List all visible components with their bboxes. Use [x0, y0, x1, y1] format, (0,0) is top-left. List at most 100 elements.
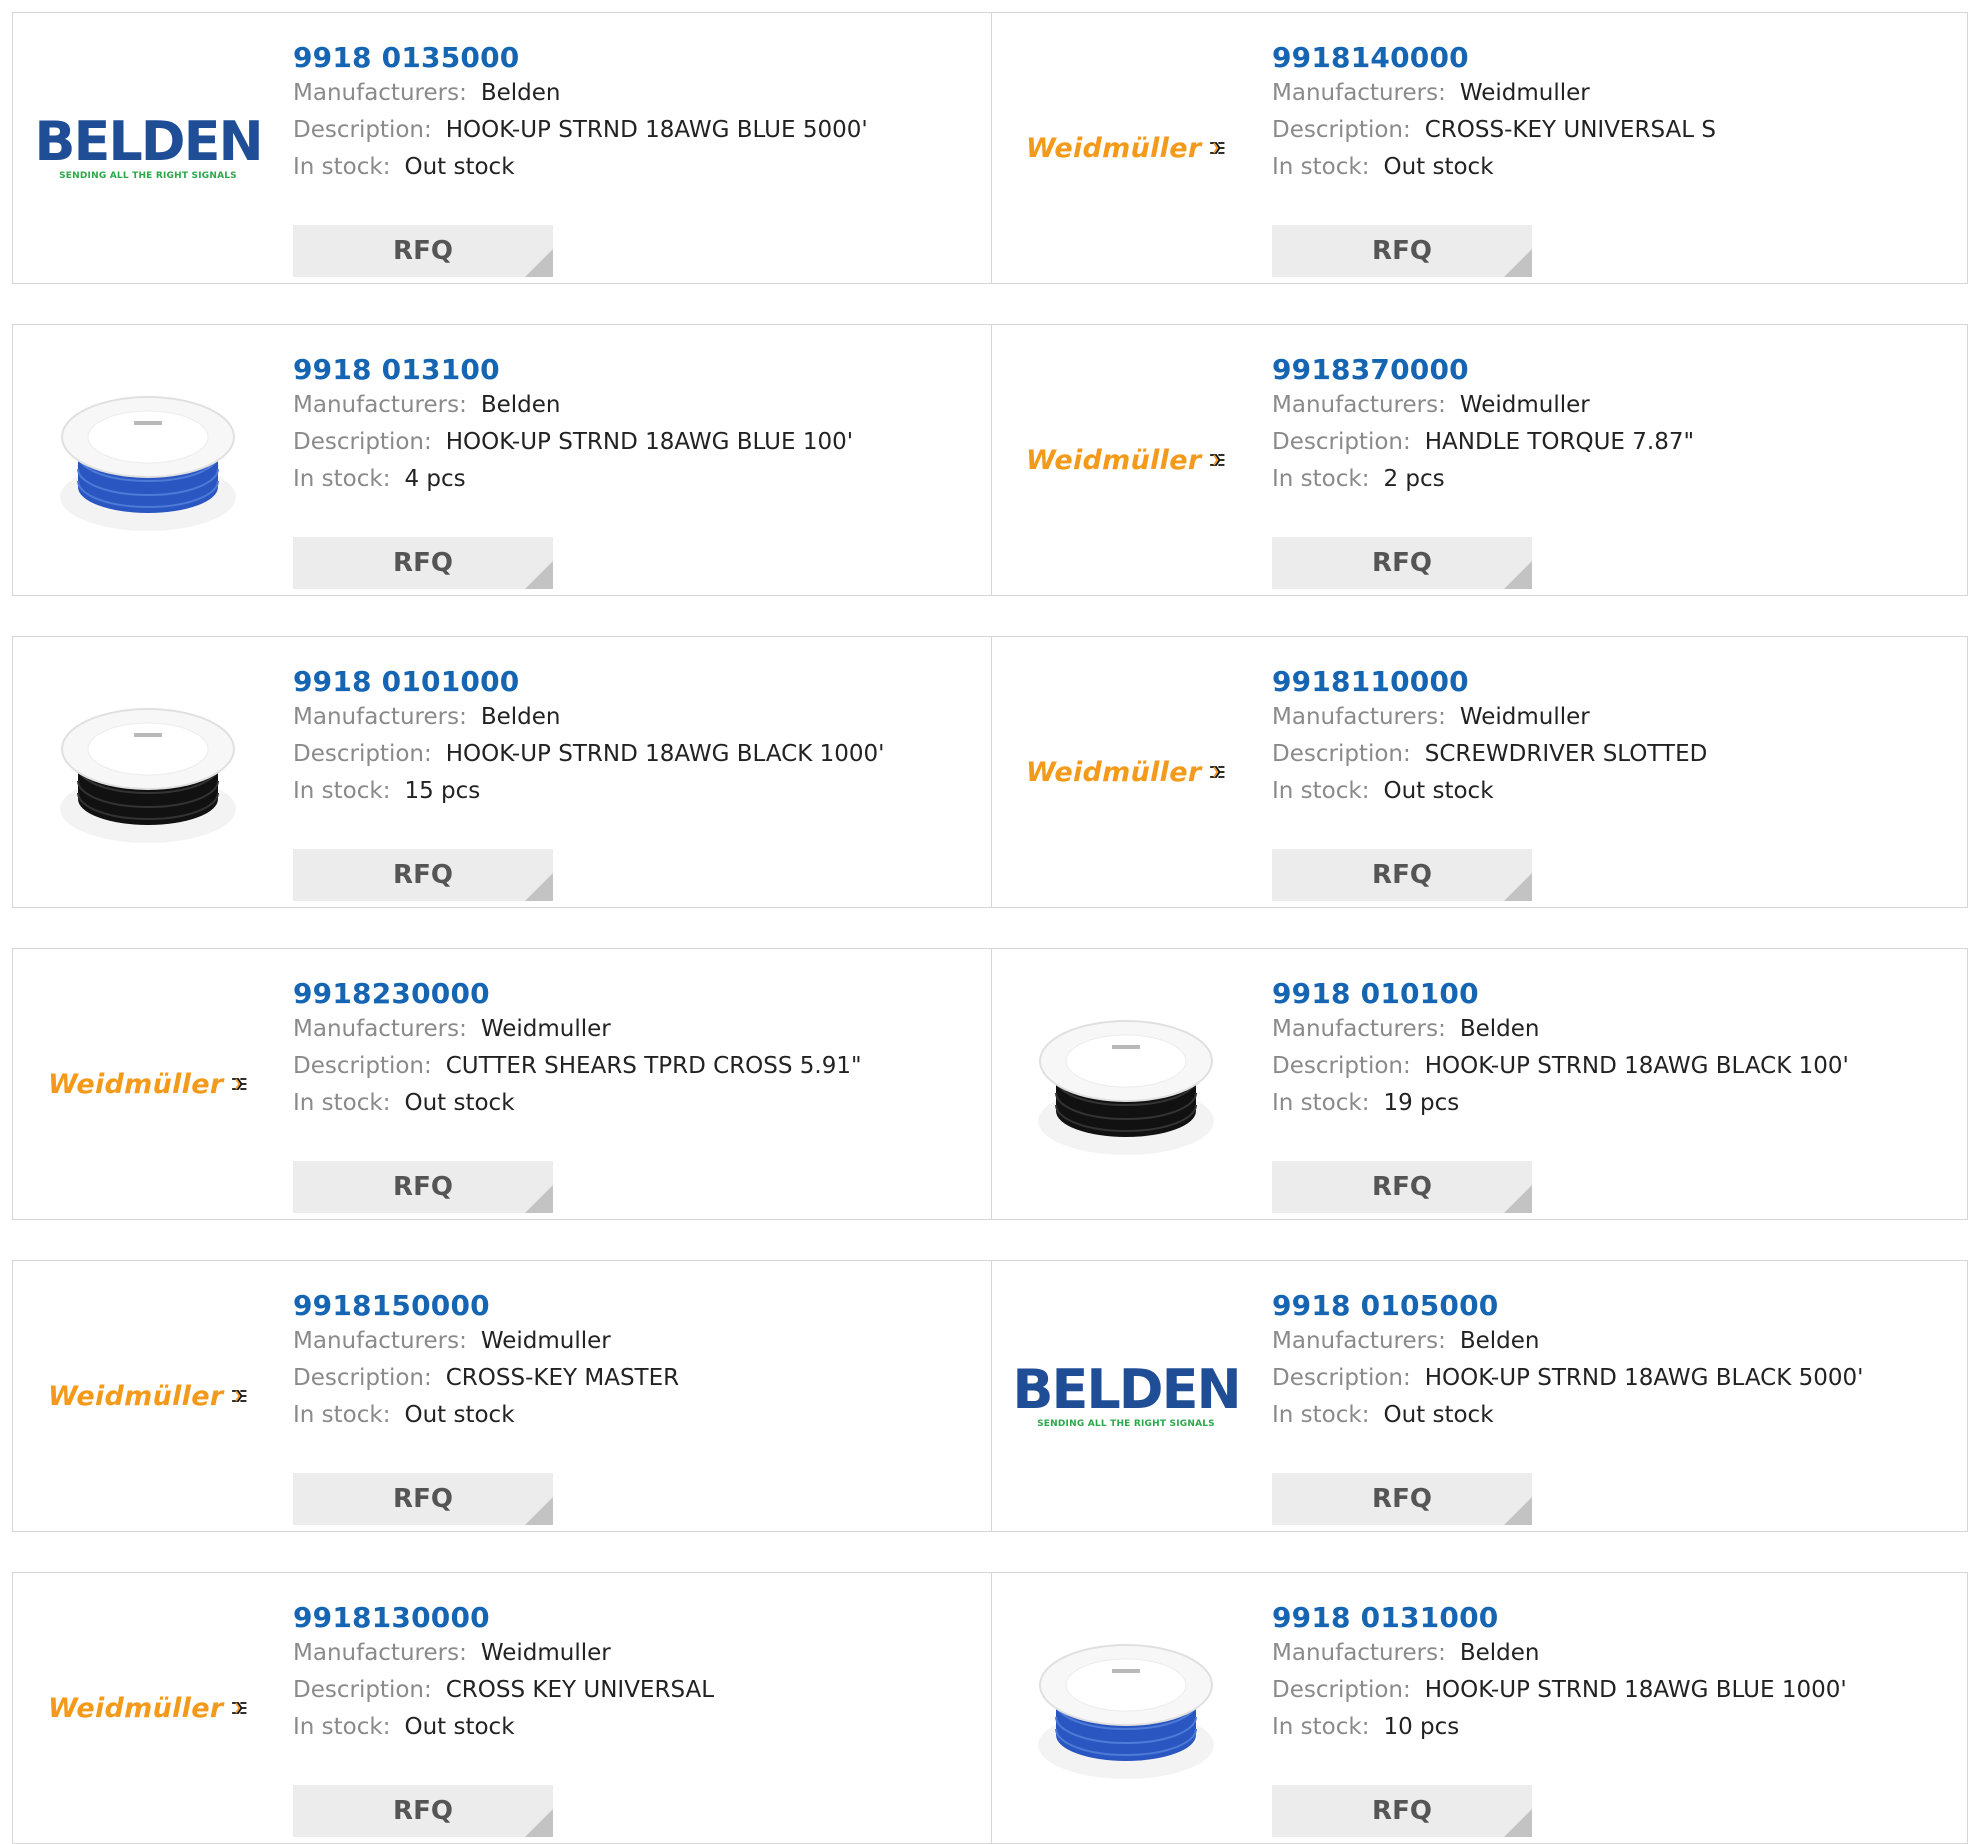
rfq-button[interactable]: RFQ	[293, 1161, 553, 1213]
manufacturer-value: Belden	[1459, 1640, 1540, 1666]
description-value: HANDLE TORQUE 7.87"	[1424, 429, 1695, 455]
product-image[interactable]: BELDEN SENDING ALL THE RIGHT SIGNALS	[34, 53, 263, 243]
weidmuller-logo: Weidmüller	[48, 1069, 248, 1100]
product-info: 9918110000 Manufacturers: Weidmuller Descri…	[1272, 665, 1932, 901]
product-image[interactable]	[48, 365, 248, 555]
description-value: CUTTER SHEARS TPRD CROSS 5.91"	[445, 1053, 862, 1079]
manufacturer-value: Belden	[480, 80, 561, 106]
product-info: 9918 0131000 Manufacturers: Belden Descript…	[1272, 1601, 1932, 1837]
rfq-button[interactable]: RFQ	[1272, 225, 1532, 277]
part-number-link[interactable]: 9918 0135000	[293, 41, 953, 75]
weidmuller-logo: Weidmüller	[1026, 133, 1226, 164]
description-label: Description:	[293, 1677, 432, 1703]
product-image[interactable]: Weidmüller	[1026, 53, 1226, 243]
stock-line: In stock: Out stock	[1272, 773, 1932, 810]
blue-wire-spool-image	[60, 396, 236, 531]
product-card: Weidmüller 9918230000 Manufacturers: Weidmu…	[13, 949, 990, 1219]
description-value: CROSS KEY UNIVERSAL	[445, 1677, 715, 1703]
description-line: Description: HOOK-UP STRND 18AWG BLACK 10…	[1272, 1048, 1932, 1085]
rfq-button[interactable]: RFQ	[1272, 1161, 1532, 1213]
description-line: Description: CROSS-KEY UNIVERSAL S	[1272, 112, 1932, 149]
product-info: 9918150000 Manufacturers: Weidmuller Descri…	[293, 1289, 953, 1525]
manufacturer-value: Weidmuller	[480, 1328, 611, 1354]
description-line: Description: HOOK-UP STRND 18AWG BLUE 500…	[293, 112, 953, 149]
product-image[interactable]: Weidmüller	[1026, 677, 1226, 867]
product-image[interactable]: Weidmüller	[48, 1301, 248, 1491]
black-wire-spool-image	[60, 708, 236, 843]
weidmuller-wordmark: Weidmüller	[48, 1380, 224, 1412]
product-image[interactable]	[1026, 1613, 1226, 1803]
weidmuller-wordmark: Weidmüller	[1026, 132, 1202, 164]
manufacturer-label: Manufacturers:	[1272, 392, 1446, 418]
manufacturer-label: Manufacturers:	[293, 704, 467, 730]
product-info: 9918 0135000 Manufacturers: Belden Descript…	[293, 41, 953, 277]
manufacturer-label: Manufacturers:	[293, 1640, 467, 1666]
rfq-button[interactable]: RFQ	[293, 1473, 553, 1525]
product-image[interactable]: Weidmüller	[48, 1613, 248, 1803]
product-card: Weidmüller 9918370000 Manufacturers: Weidmu…	[991, 325, 1968, 595]
manufacturer-line: Manufacturers: Weidmuller	[1272, 699, 1932, 736]
stock-line: In stock: 19 pcs	[1272, 1085, 1932, 1122]
product-card: 9918 0131000 Manufacturers: Belden Descript…	[991, 1573, 1968, 1843]
rfq-button[interactable]: RFQ	[293, 225, 553, 277]
product-card: BELDEN SENDING ALL THE RIGHT SIGNALS 9918 …	[13, 13, 990, 283]
product-image[interactable]: BELDEN SENDING ALL THE RIGHT SIGNALS	[1012, 1301, 1241, 1491]
part-number-link[interactable]: 9918 0131000	[1272, 1601, 1932, 1635]
part-number-link[interactable]: 9918110000	[1272, 665, 1932, 699]
manufacturer-line: Manufacturers: Belden	[293, 699, 953, 736]
manufacturer-value: Weidmuller	[480, 1016, 611, 1042]
part-number-link[interactable]: 9918370000	[1272, 353, 1932, 387]
part-number-link[interactable]: 9918230000	[293, 977, 953, 1011]
rfq-button[interactable]: RFQ	[293, 537, 553, 589]
part-number-link[interactable]: 9918 0101000	[293, 665, 953, 699]
description-line: Description: CROSS KEY UNIVERSAL	[293, 1672, 953, 1709]
part-number-link[interactable]: 9918 0105000	[1272, 1289, 1932, 1323]
description-line: Description: HOOK-UP STRND 18AWG BLUE 100…	[293, 424, 953, 461]
rfq-button[interactable]: RFQ	[1272, 1473, 1532, 1525]
part-number-link[interactable]: 9918140000	[1272, 41, 1932, 75]
product-info: 9918370000 Manufacturers: Weidmuller Descri…	[1272, 353, 1932, 589]
stock-value: Out stock	[404, 1402, 515, 1428]
product-image[interactable]	[48, 677, 248, 867]
manufacturer-value: Belden	[480, 704, 561, 730]
manufacturer-label: Manufacturers:	[293, 1328, 467, 1354]
stock-line: In stock: Out stock	[293, 1397, 953, 1434]
manufacturer-label: Manufacturers:	[1272, 1640, 1446, 1666]
product-info: 9918130000 Manufacturers: Weidmuller Descri…	[293, 1601, 953, 1837]
part-number-link[interactable]: 9918150000	[293, 1289, 953, 1323]
manufacturer-label: Manufacturers:	[293, 392, 467, 418]
stock-label: In stock:	[1272, 1090, 1370, 1116]
product-info: 9918 010100 Manufacturers: Belden Descripti…	[1272, 977, 1932, 1213]
manufacturer-value: Belden	[1459, 1328, 1540, 1354]
rfq-button[interactable]: RFQ	[1272, 849, 1532, 901]
weidmuller-cross-icon	[232, 1702, 247, 1714]
rfq-button[interactable]: RFQ	[1272, 1785, 1532, 1837]
rfq-button[interactable]: RFQ	[1272, 537, 1532, 589]
product-image[interactable]: Weidmüller	[48, 989, 248, 1179]
stock-line: In stock: 15 pcs	[293, 773, 953, 810]
stock-label: In stock:	[1272, 1714, 1370, 1740]
stock-label: In stock:	[293, 1402, 391, 1428]
manufacturer-line: Manufacturers: Weidmuller	[1272, 387, 1932, 424]
stock-label: In stock:	[1272, 1402, 1370, 1428]
product-image[interactable]: Weidmüller	[1026, 365, 1226, 555]
weidmuller-wordmark: Weidmüller	[48, 1068, 224, 1100]
rfq-button[interactable]: RFQ	[293, 849, 553, 901]
stock-line: In stock: Out stock	[1272, 1397, 1932, 1434]
part-number-link[interactable]: 9918 010100	[1272, 977, 1932, 1011]
product-card: Weidmüller 9918110000 Manufacturers: Weidmu…	[991, 637, 1968, 907]
manufacturer-line: Manufacturers: Weidmuller	[293, 1011, 953, 1048]
part-number-link[interactable]: 9918130000	[293, 1601, 953, 1635]
product-row: Weidmüller 9918230000 Manufacturers: Weidmu…	[12, 948, 1968, 1220]
part-number-link[interactable]: 9918 013100	[293, 353, 953, 387]
product-image[interactable]	[1026, 989, 1226, 1179]
description-value: HOOK-UP STRND 18AWG BLUE 100'	[445, 429, 854, 455]
belden-logo: BELDEN SENDING ALL THE RIGHT SIGNALS	[34, 115, 263, 182]
manufacturer-label: Manufacturers:	[293, 80, 467, 106]
rfq-button[interactable]: RFQ	[293, 1785, 553, 1837]
manufacturer-value: Belden	[480, 392, 561, 418]
stock-value: Out stock	[1383, 154, 1494, 180]
description-value: HOOK-UP STRND 18AWG BLACK 5000'	[1424, 1365, 1864, 1391]
description-value: HOOK-UP STRND 18AWG BLACK 1000'	[445, 741, 885, 767]
black-wire-spool-image	[1038, 1020, 1214, 1155]
